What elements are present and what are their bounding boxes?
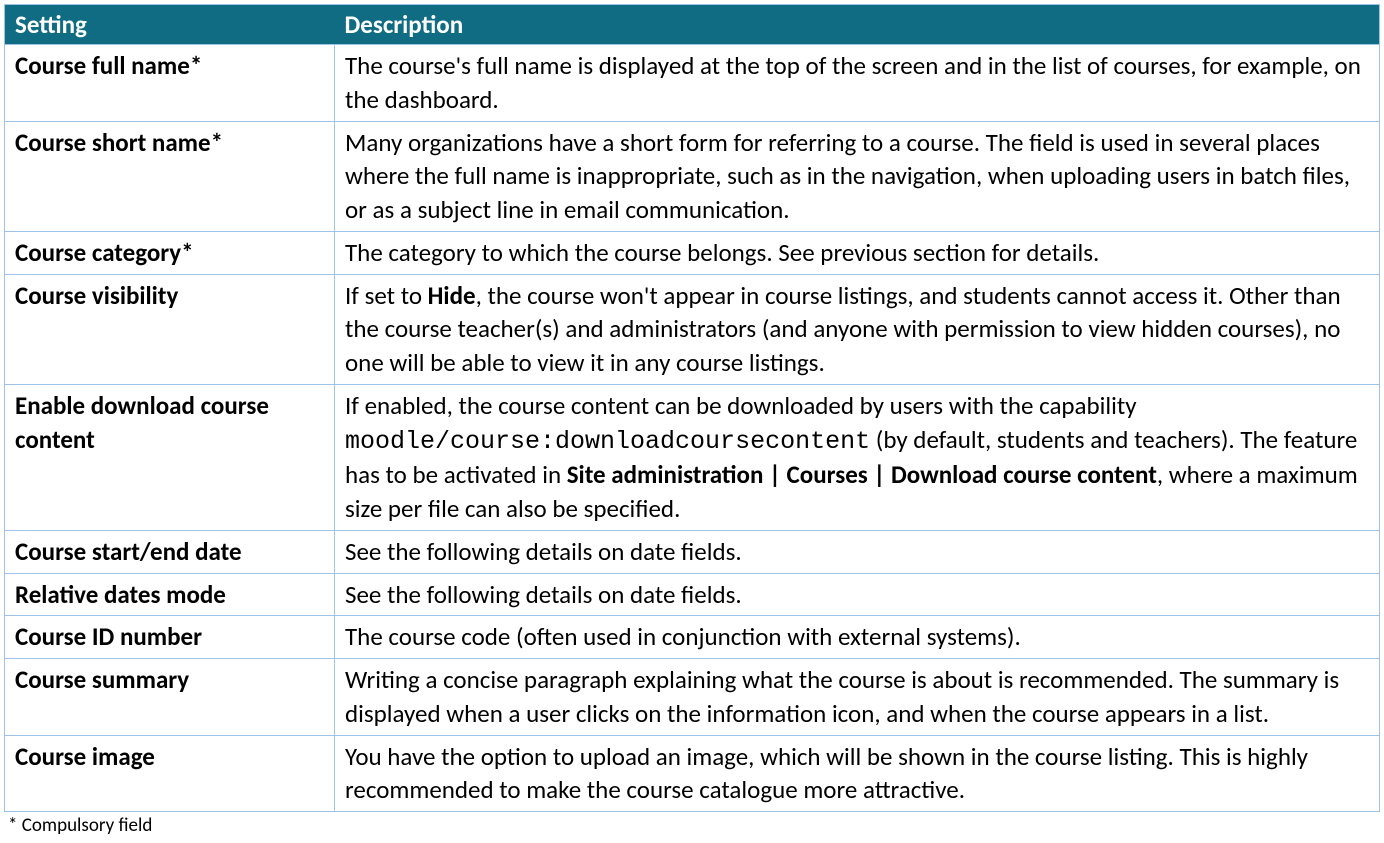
table-row: Course category* The category to which t… xyxy=(5,231,1380,274)
table-row: Course full name* The course's full name… xyxy=(5,45,1380,122)
setting-label: Course image xyxy=(5,735,335,812)
setting-label: Course summary xyxy=(5,659,335,736)
table-header-row: Setting Description xyxy=(5,5,1380,45)
setting-label: Course full name* xyxy=(5,45,335,122)
footnote: * Compulsory field xyxy=(4,812,1380,839)
setting-description: See the following details on date fields… xyxy=(335,530,1380,573)
setting-label: Course visibility xyxy=(5,274,335,384)
setting-description: Many organizations have a short form for… xyxy=(335,121,1380,231)
setting-label: Course ID number xyxy=(5,616,335,659)
setting-label: Course start/end date xyxy=(5,530,335,573)
bold-text: Site administration | Courses | Download… xyxy=(567,459,1157,490)
setting-description: The category to which the course belongs… xyxy=(335,231,1380,274)
table-row: Relative dates mode See the following de… xyxy=(5,573,1380,616)
header-setting: Setting xyxy=(5,5,335,45)
setting-description: See the following details on date fields… xyxy=(335,573,1380,616)
table-row: Course summary Writing a concise paragra… xyxy=(5,659,1380,736)
setting-description: Writing a concise paragraph explaining w… xyxy=(335,659,1380,736)
setting-description: The course code (often used in conjuncti… xyxy=(335,616,1380,659)
header-description: Description xyxy=(335,5,1380,45)
setting-label: Course short name* xyxy=(5,121,335,231)
setting-description: The course's full name is displayed at t… xyxy=(335,45,1380,122)
mono-text: moodle/course:downloadcoursecontent xyxy=(345,427,870,456)
setting-description: If enabled, the course content can be do… xyxy=(335,384,1380,530)
setting-description: If set to Hide, the course won't appear … xyxy=(335,274,1380,384)
table-row: Course image You have the option to uplo… xyxy=(5,735,1380,812)
setting-label: Relative dates mode xyxy=(5,573,335,616)
table-row: Enable download course content If enable… xyxy=(5,384,1380,530)
text-part: If enabled, the course content can be do… xyxy=(345,390,1137,421)
text-part: If set to xyxy=(345,280,428,311)
text-part: , the course won't appear in course list… xyxy=(345,280,1341,379)
settings-table: Setting Description Course full name* Th… xyxy=(4,4,1380,812)
table-row: Course start/end date See the following … xyxy=(5,530,1380,573)
setting-label: Course category* xyxy=(5,231,335,274)
table-row: Course short name* Many organizations ha… xyxy=(5,121,1380,231)
setting-description: You have the option to upload an image, … xyxy=(335,735,1380,812)
table-row: Course visibility If set to Hide, the co… xyxy=(5,274,1380,384)
table-row: Course ID number The course code (often … xyxy=(5,616,1380,659)
bold-text: Hide xyxy=(428,280,476,311)
setting-label: Enable download course content xyxy=(5,384,335,530)
